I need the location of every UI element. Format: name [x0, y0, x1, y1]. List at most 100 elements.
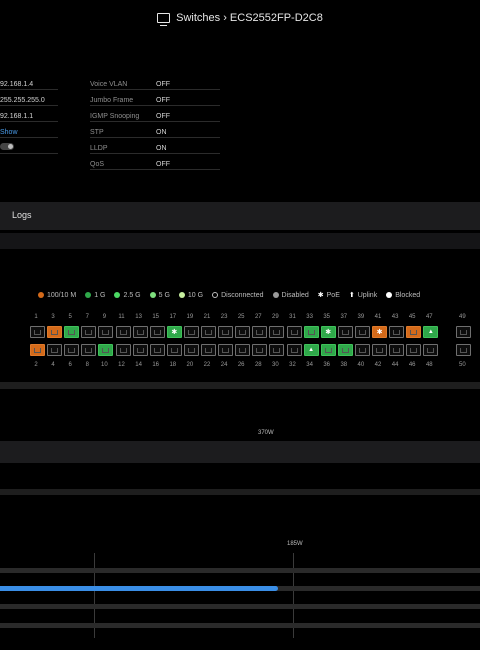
port-31[interactable]: [286, 326, 302, 338]
power-track: [0, 568, 480, 573]
port-jack-icon: [34, 347, 41, 353]
port-legend: 100/10 M 1 G 2.5 G 5 G 10 G Disconnected Disab…: [38, 291, 420, 299]
port-41[interactable]: [372, 326, 387, 338]
port-jack-icon: [153, 329, 161, 335]
port-49[interactable]: [456, 326, 472, 338]
port-12[interactable]: [115, 344, 131, 356]
legend-label: 1 G: [94, 291, 106, 299]
port-22[interactable]: [201, 344, 216, 356]
port-34[interactable]: [303, 344, 319, 356]
port-13[interactable]: [132, 326, 148, 338]
legend-item: Disabled: [272, 291, 309, 299]
port-number: 44: [391, 362, 399, 368]
port-37[interactable]: [337, 326, 353, 338]
port-43[interactable]: [389, 326, 405, 338]
port-number: 27: [254, 314, 262, 320]
port-15[interactable]: [149, 326, 165, 338]
port-jack-icon: [239, 347, 247, 353]
port-jack-icon: [187, 347, 195, 353]
port-number: 22: [203, 362, 211, 368]
port-jack-icon: [256, 347, 264, 353]
port-4[interactable]: [47, 344, 63, 356]
port-jack-icon: [460, 329, 468, 335]
setting-key: IGMP Snooping: [90, 113, 140, 120]
power-usage-bar: [0, 586, 278, 591]
tab-logs[interactable]: Logs: [12, 210, 32, 220]
toggle-switch[interactable]: [0, 142, 14, 150]
port-32[interactable]: [286, 344, 302, 356]
setting-row: IGMP Snooping OFF: [90, 108, 220, 122]
legend-label: 100/10 M: [47, 291, 77, 299]
port-number: 18: [169, 362, 177, 368]
port-19[interactable]: [183, 326, 199, 338]
port-jack-icon: [136, 347, 144, 353]
uplink-icon: ⬆: [348, 292, 355, 299]
legend-label: Disabled: [281, 291, 309, 299]
port-number: 25: [237, 314, 245, 320]
port-50[interactable]: [456, 344, 472, 356]
setting-row: Jumbo Frame OFF: [90, 92, 220, 106]
port-jack-icon: [358, 329, 366, 335]
port-16[interactable]: [149, 344, 165, 356]
title-text: Switches › ECS2552FP-D2C8: [176, 12, 323, 24]
port-30[interactable]: [269, 344, 285, 356]
ports-panel: 1234567891011121314151617181920212223242…: [30, 314, 480, 374]
legend-item: Blocked: [386, 292, 420, 299]
port-36[interactable]: [320, 344, 336, 356]
port-48[interactable]: [423, 344, 439, 356]
port-number: 15: [152, 314, 160, 320]
port-38[interactable]: [337, 344, 353, 356]
port-44[interactable]: [389, 344, 405, 356]
port-24[interactable]: [218, 344, 234, 356]
port-number: 29: [272, 314, 279, 320]
port-3[interactable]: [47, 326, 63, 338]
port-5[interactable]: [64, 326, 80, 338]
port-28[interactable]: [252, 344, 268, 356]
port-jack-icon: [341, 329, 349, 335]
tabs-bar: [0, 202, 480, 230]
monitor-icon: [157, 13, 171, 26]
port-jack-icon: [68, 347, 76, 353]
port-9[interactable]: [98, 326, 114, 338]
port-33[interactable]: [303, 326, 319, 338]
port-29[interactable]: [269, 326, 285, 338]
port-14[interactable]: [132, 344, 148, 356]
setting-value: ON: [156, 129, 167, 136]
port-39[interactable]: [354, 326, 370, 338]
power-total-label: 370W: [258, 430, 274, 436]
port-26[interactable]: [235, 344, 251, 356]
port-jack-icon: [153, 347, 161, 353]
port-17[interactable]: [166, 326, 182, 338]
setting-row: LLDP ON: [90, 140, 220, 154]
port-18[interactable]: [166, 344, 182, 356]
setting-row: QoS OFF: [90, 156, 220, 170]
port-40[interactable]: [354, 344, 370, 356]
port-35[interactable]: [320, 326, 336, 338]
port-6[interactable]: [64, 344, 80, 356]
port-42[interactable]: [372, 344, 387, 356]
port-46[interactable]: [406, 344, 422, 356]
port-number: 33: [306, 314, 313, 320]
port-number: 14: [135, 362, 142, 368]
port-10[interactable]: [98, 344, 114, 356]
port-jack-icon: [222, 347, 230, 353]
show-link[interactable]: Show: [0, 129, 18, 136]
port-number: 24: [220, 362, 228, 368]
port-number: 38: [340, 362, 348, 368]
port-2[interactable]: [30, 344, 45, 356]
port-21[interactable]: [201, 326, 216, 338]
port-number: 34: [306, 362, 313, 368]
port-20[interactable]: [183, 344, 199, 356]
port-11[interactable]: [115, 326, 131, 338]
port-number: 42: [374, 362, 382, 368]
port-47[interactable]: [423, 326, 439, 338]
port-45[interactable]: [406, 326, 422, 338]
port-8[interactable]: [81, 344, 97, 356]
port-23[interactable]: [218, 326, 234, 338]
port-1[interactable]: [30, 326, 45, 338]
port-jack-icon: [205, 347, 212, 353]
port-number: 47: [425, 314, 433, 320]
port-7[interactable]: [81, 326, 97, 338]
port-25[interactable]: [235, 326, 251, 338]
port-27[interactable]: [252, 326, 268, 338]
